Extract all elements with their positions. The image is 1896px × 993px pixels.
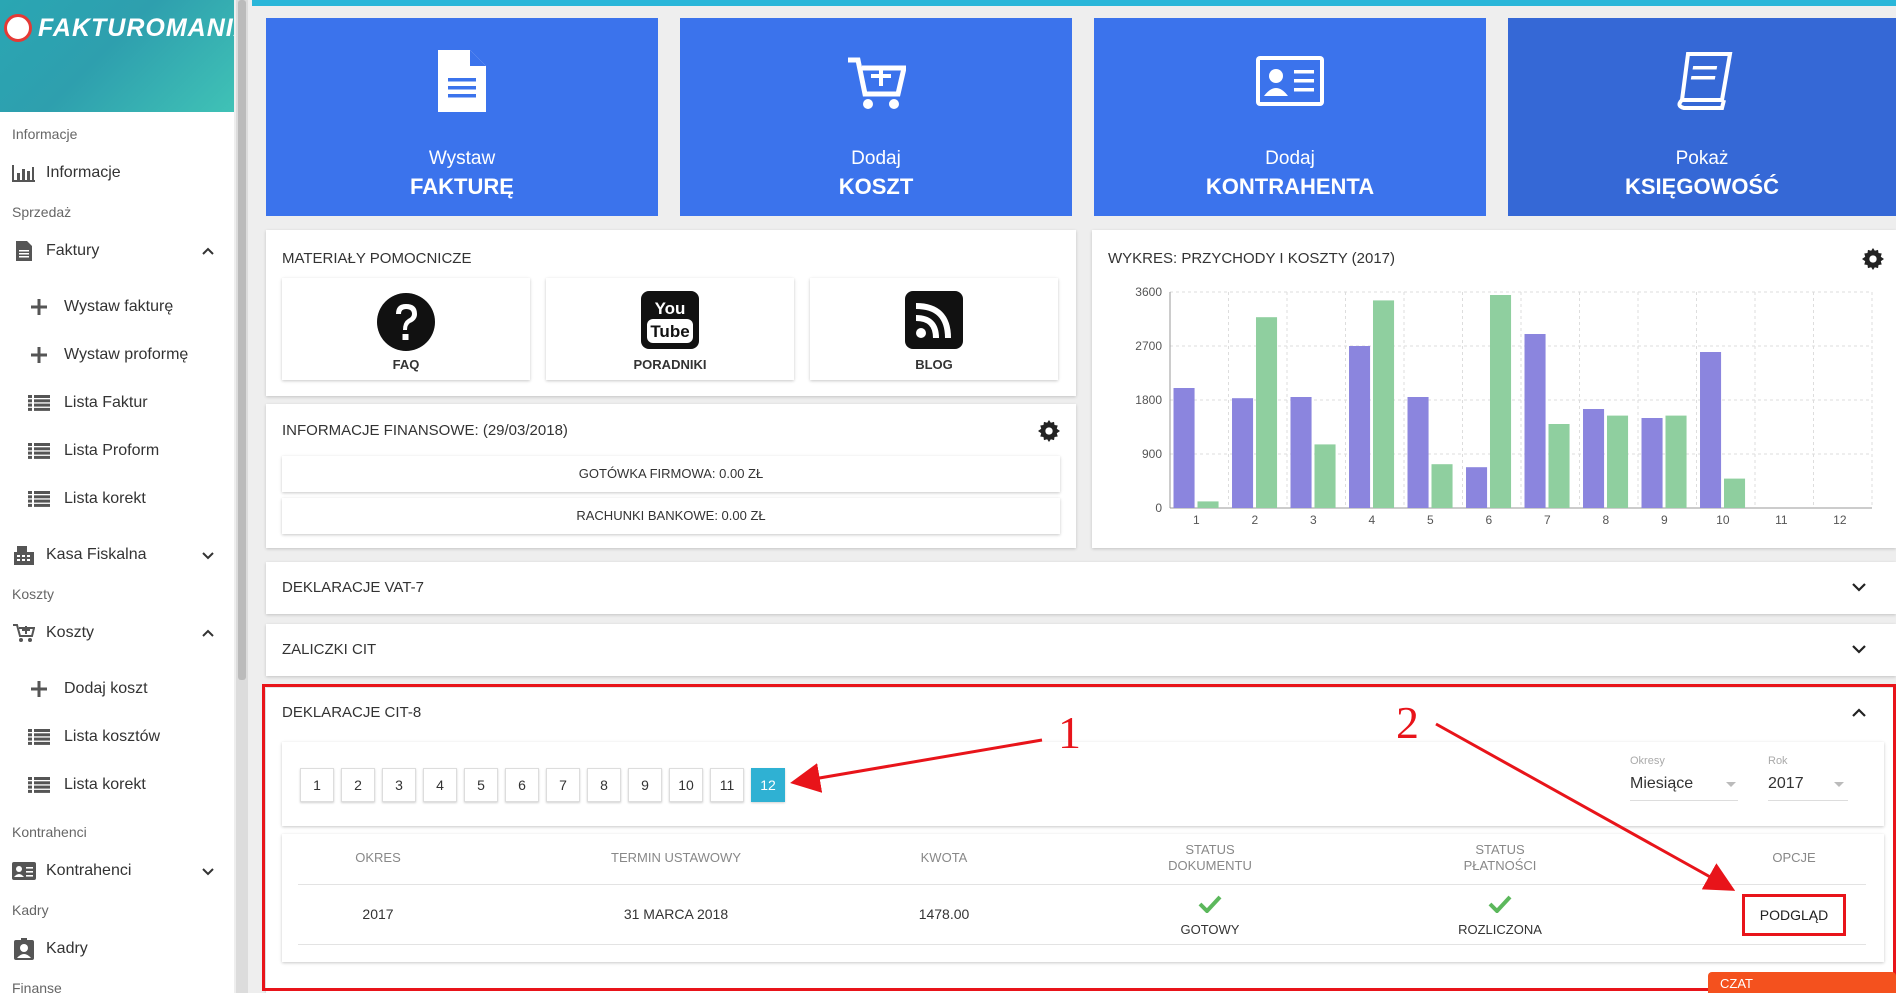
page-button-9[interactable]: 9 [628,768,662,802]
page-button-12[interactable]: 12 [751,768,785,802]
page-button-6[interactable]: 6 [505,768,539,802]
annotation-arrow-1 [790,738,1043,793]
page-button-11[interactable]: 11 [710,768,744,802]
page-button-5[interactable]: 5 [464,768,498,802]
page-button-10[interactable]: 10 [669,768,703,802]
chat-button[interactable]: CZAT [1708,972,1896,993]
page-button-7[interactable]: 7 [546,768,580,802]
page-button-2[interactable]: 2 [341,768,375,802]
app-root: { "app": { "logo_text": "FAKTUROMANIA" }… [0,0,1896,993]
page-button-4[interactable]: 4 [423,768,457,802]
page-button-3[interactable]: 3 [382,768,416,802]
page-button-8[interactable]: 8 [587,768,621,802]
annotation-arrow-2 [1435,722,1736,891]
annotation-arrows [790,722,1736,891]
page-button-1[interactable]: 1 [300,768,334,802]
